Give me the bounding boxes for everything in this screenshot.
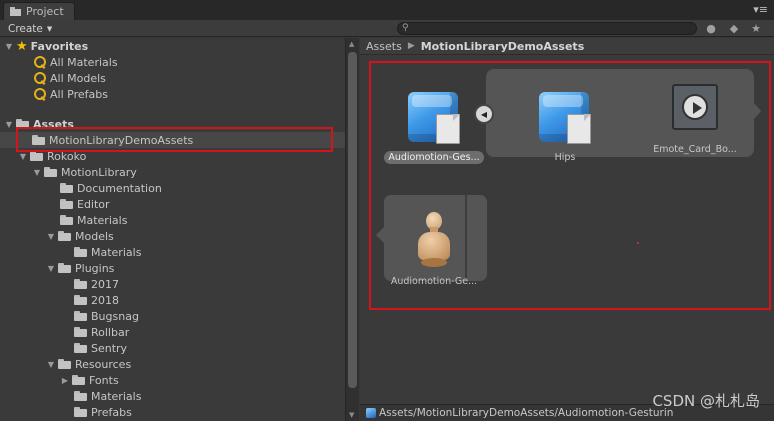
chevron-right-icon[interactable]: ▶ [60, 376, 70, 385]
folder-icon [74, 295, 87, 305]
chevron-down-icon[interactable]: ▼ [4, 42, 14, 51]
chevron-down-icon[interactable]: ▼ [32, 168, 42, 177]
tree-item-label: All Materials [50, 55, 118, 69]
scroll-down-icon[interactable]: ▼ [349, 411, 354, 419]
prefab-icon [366, 408, 376, 418]
folder-icon [74, 311, 87, 321]
tree-favorites-header[interactable]: ▼ ★ Favorites [0, 38, 345, 54]
folder-icon [60, 199, 73, 209]
breadcrumb: Assets ▶ MotionLibraryDemoAssets [360, 38, 774, 55]
star-icon: ★ [16, 38, 28, 54]
search-icon [33, 55, 46, 69]
folder-icon [30, 151, 43, 161]
folder-icon [60, 215, 73, 225]
tree-item-label: Prefabs [91, 405, 132, 419]
watermark: CSDN @札札岛 [652, 392, 760, 410]
tree-item-label: Models [75, 229, 114, 243]
project-folder-tree: ▼ ★ Favorites All Materials All Models A… [0, 38, 345, 421]
tree-item-label: All Prefabs [50, 87, 108, 101]
folder-icon [74, 327, 87, 337]
folder-icon [58, 359, 71, 369]
tree-item-models[interactable]: ▼ Models [0, 228, 345, 244]
tree-item-label: Editor [77, 197, 110, 211]
tree-item-label: Materials [91, 245, 142, 259]
create-label: Create [8, 22, 43, 35]
tree-item-label: Fonts [89, 373, 119, 387]
chevron-down-icon[interactable]: ▼ [46, 232, 56, 241]
asset-path: Assets/MotionLibraryDemoAssets/Audiomoti… [379, 407, 674, 419]
tree-item-plugins[interactable]: ▼ Plugins [0, 260, 345, 276]
tree-item-editor[interactable]: Editor [0, 196, 345, 212]
folder-icon [72, 375, 85, 385]
folder-icon [74, 407, 87, 417]
folder-icon [44, 167, 57, 177]
tree-item-resources-materials[interactable]: Materials [0, 388, 345, 404]
tree-item-label: Sentry [91, 341, 128, 355]
tree-item-resources[interactable]: ▼ Resources [0, 356, 345, 372]
breadcrumb-current[interactable]: MotionLibraryDemoAssets [421, 40, 585, 53]
tree-favorite-item[interactable]: All Materials [0, 54, 345, 70]
tree-item-rollbar[interactable]: Rollbar [0, 324, 345, 340]
search-icon [33, 87, 46, 101]
tree-item-2018[interactable]: 2018 [0, 292, 345, 308]
tree-item-label: Materials [77, 213, 128, 227]
window-tab-bar: Project ▾≡ [0, 0, 774, 20]
folder-icon [60, 183, 73, 193]
chevron-down-icon[interactable]: ▼ [18, 152, 28, 161]
tree-scrollbar[interactable]: ▲ ▼ [345, 38, 359, 421]
tree-item-label: All Models [50, 71, 106, 85]
tree-item-models-materials[interactable]: Materials [0, 244, 345, 260]
scroll-up-icon[interactable]: ▲ [349, 40, 354, 48]
tree-item-label: Rollbar [91, 325, 130, 339]
tree-item-label: 2017 [91, 277, 119, 291]
tree-item-motionlibrary[interactable]: ▼ MotionLibrary [0, 164, 345, 180]
tree-item-label: 2018 [91, 293, 119, 307]
tree-item-label: Documentation [77, 181, 162, 195]
tree-favorite-item[interactable]: All Prefabs [0, 86, 345, 102]
scrollbar-thumb[interactable] [348, 52, 357, 388]
chevron-down-icon[interactable]: ▼ [4, 120, 14, 129]
folder-icon [58, 231, 71, 241]
tree-item-2017[interactable]: 2017 [0, 276, 345, 292]
search-icon [33, 71, 46, 85]
breadcrumb-root[interactable]: Assets [366, 40, 402, 53]
tree-item-materials[interactable]: Materials [0, 212, 345, 228]
tree-item-sentry[interactable]: Sentry [0, 340, 345, 356]
folder-icon [74, 279, 87, 289]
tree-item-fonts[interactable]: ▶ Fonts [0, 372, 345, 388]
favorites-label: Favorites [30, 39, 89, 53]
tab-project[interactable]: Project [3, 2, 75, 20]
tree-item-documentation[interactable]: Documentation [0, 180, 345, 196]
filter-by-type-icon[interactable]: ● [704, 22, 718, 35]
folder-icon [74, 391, 87, 401]
tree-item-label: Materials [91, 389, 142, 403]
chevron-down-icon[interactable]: ▼ [46, 360, 56, 369]
tree-item-prefabs[interactable]: Prefabs [0, 404, 345, 420]
highlight-box [369, 61, 771, 310]
tree-item-label: Plugins [75, 261, 115, 275]
folder-icon [58, 263, 71, 273]
chevron-right-icon: ▶ [407, 41, 415, 51]
tree-item-label: MotionLibrary [61, 165, 137, 179]
asset-grid-pane: Assets ▶ MotionLibraryDemoAssets ◀ Audio… [360, 38, 774, 421]
folder-icon [74, 247, 87, 257]
tree-item-label: Bugsnag [91, 309, 139, 323]
search-input[interactable]: ⚲ [397, 22, 697, 35]
folder-icon [10, 7, 21, 16]
create-button[interactable]: Create ▼ [8, 21, 52, 36]
folder-icon [74, 343, 87, 353]
tab-menu-icon[interactable]: ▾≡ [753, 3, 768, 16]
tab-label: Project [26, 5, 64, 18]
chevron-down-icon: ▼ [46, 24, 53, 33]
tree-item-label: Resources [75, 357, 132, 371]
project-toolbar: Create ▼ ⚲ ● ◆ ★ [0, 20, 774, 37]
favorite-icon[interactable]: ★ [749, 22, 763, 35]
filter-by-label-icon[interactable]: ◆ [727, 22, 741, 35]
chevron-down-icon[interactable]: ▼ [46, 264, 56, 273]
highlight-box [16, 127, 333, 152]
tree-item-bugsnag[interactable]: Bugsnag [0, 308, 345, 324]
search-icon: ⚲ [402, 23, 409, 33]
tree-favorite-item[interactable]: All Models [0, 70, 345, 86]
